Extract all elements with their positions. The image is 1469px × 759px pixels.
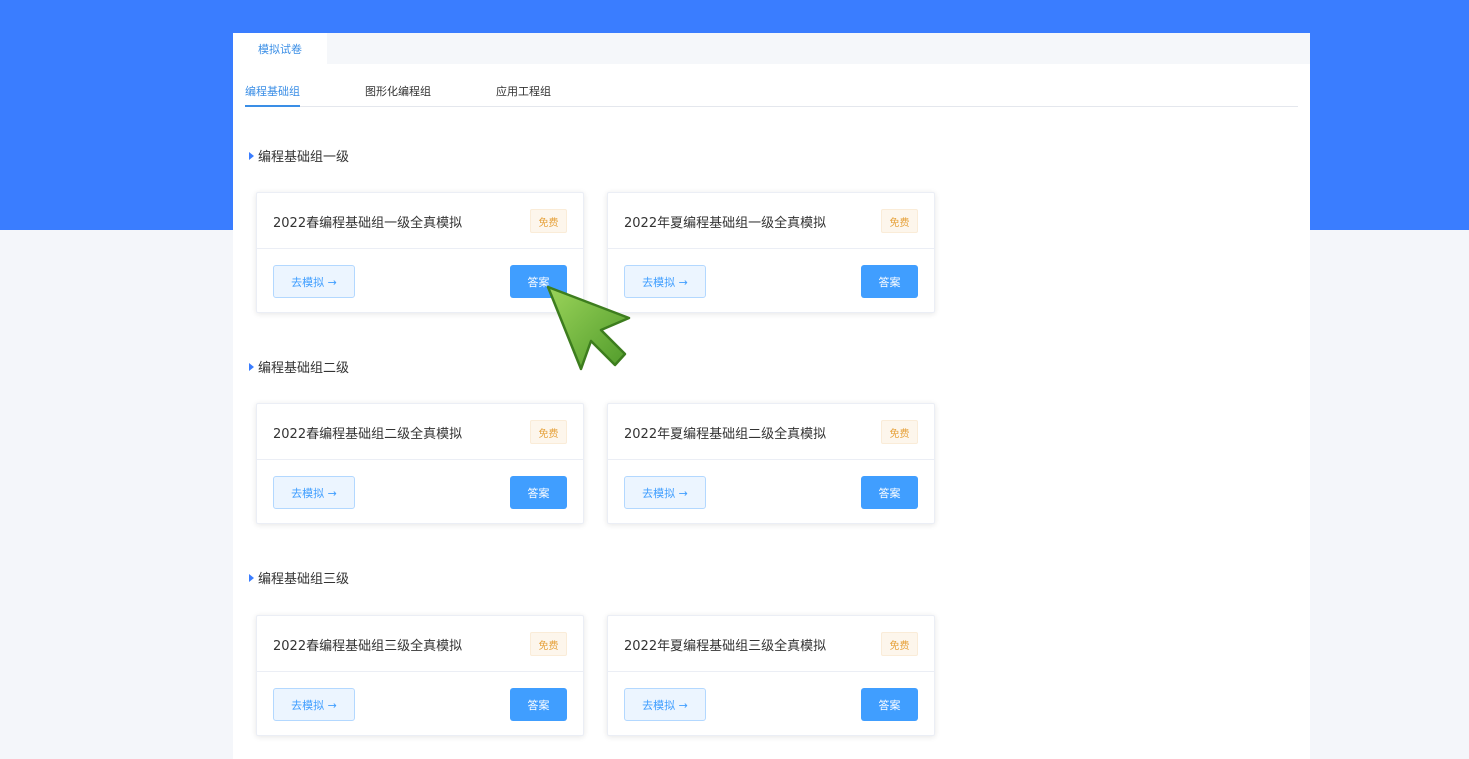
- answer-button[interactable]: 答案: [861, 265, 918, 298]
- pointer-arrow-icon: [546, 285, 631, 371]
- free-badge: 免费: [881, 209, 918, 233]
- exam-card: 2022年夏编程基础组二级全真模拟 免费 去模拟 → 答案: [607, 403, 935, 524]
- section-title-level1: 编程基础组一级: [249, 146, 349, 165]
- free-badge: 免费: [530, 632, 567, 656]
- section-title-level2: 编程基础组二级: [249, 357, 349, 376]
- card-title: 2022春编程基础组二级全真模拟: [273, 427, 463, 442]
- triangle-right-icon: [249, 362, 254, 371]
- tab-graphical-programming[interactable]: 图形化编程组: [365, 83, 431, 107]
- free-badge: 免费: [530, 420, 567, 444]
- exam-card: 2022春编程基础组一级全真模拟 免费 去模拟 → 答案: [256, 192, 584, 313]
- simulate-button[interactable]: 去模拟 →: [624, 265, 706, 298]
- exam-card: 2022年夏编程基础组一级全真模拟 免费 去模拟 → 答案: [607, 192, 935, 313]
- exam-card: 2022年夏编程基础组三级全真模拟 免费 去模拟 → 答案: [607, 615, 935, 736]
- tab-mock-exam[interactable]: 模拟试卷: [233, 33, 327, 64]
- main-panel: 模拟试卷 编程基础组 图形化编程组 应用工程组 编程基础组一级 2022春编程基…: [233, 33, 1310, 759]
- tab-application-engineering[interactable]: 应用工程组: [496, 83, 551, 107]
- triangle-right-icon: [249, 573, 254, 582]
- card-header: 2022春编程基础组三级全真模拟 免费: [257, 616, 583, 672]
- answer-button[interactable]: 答案: [861, 476, 918, 509]
- top-tabbar: 模拟试卷: [233, 33, 1310, 64]
- answer-button[interactable]: 答案: [510, 476, 567, 509]
- simulate-button[interactable]: 去模拟 →: [273, 476, 355, 509]
- category-tabs: 编程基础组 图形化编程组 应用工程组: [245, 73, 1298, 107]
- free-badge: 免费: [530, 209, 567, 233]
- exam-card: 2022春编程基础组二级全真模拟 免费 去模拟 → 答案: [256, 403, 584, 524]
- simulate-button[interactable]: 去模拟 →: [624, 476, 706, 509]
- card-title: 2022年夏编程基础组三级全真模拟: [624, 639, 827, 654]
- simulate-button[interactable]: 去模拟 →: [624, 688, 706, 721]
- card-header: 2022年夏编程基础组二级全真模拟 免费: [608, 404, 934, 460]
- card-title: 2022年夏编程基础组二级全真模拟: [624, 427, 827, 442]
- card-title: 2022春编程基础组一级全真模拟: [273, 216, 463, 231]
- card-header: 2022春编程基础组二级全真模拟 免费: [257, 404, 583, 460]
- card-header: 2022春编程基础组一级全真模拟 免费: [257, 193, 583, 249]
- section-title-level3: 编程基础组三级: [249, 568, 349, 587]
- answer-button[interactable]: 答案: [861, 688, 918, 721]
- simulate-button[interactable]: 去模拟 →: [273, 688, 355, 721]
- free-badge: 免费: [881, 632, 918, 656]
- free-badge: 免费: [881, 420, 918, 444]
- exam-card: 2022春编程基础组三级全真模拟 免费 去模拟 → 答案: [256, 615, 584, 736]
- card-header: 2022年夏编程基础组三级全真模拟 免费: [608, 616, 934, 672]
- tab-programming-basics[interactable]: 编程基础组: [245, 83, 300, 107]
- section-title-text: 编程基础组二级: [258, 361, 350, 376]
- simulate-button[interactable]: 去模拟 →: [273, 265, 355, 298]
- triangle-right-icon: [249, 151, 254, 160]
- card-header: 2022年夏编程基础组一级全真模拟 免费: [608, 193, 934, 249]
- section-title-text: 编程基础组一级: [258, 150, 350, 165]
- card-title: 2022年夏编程基础组一级全真模拟: [624, 216, 827, 231]
- section-title-text: 编程基础组三级: [258, 572, 350, 587]
- answer-button[interactable]: 答案: [510, 688, 567, 721]
- card-title: 2022春编程基础组三级全真模拟: [273, 639, 463, 654]
